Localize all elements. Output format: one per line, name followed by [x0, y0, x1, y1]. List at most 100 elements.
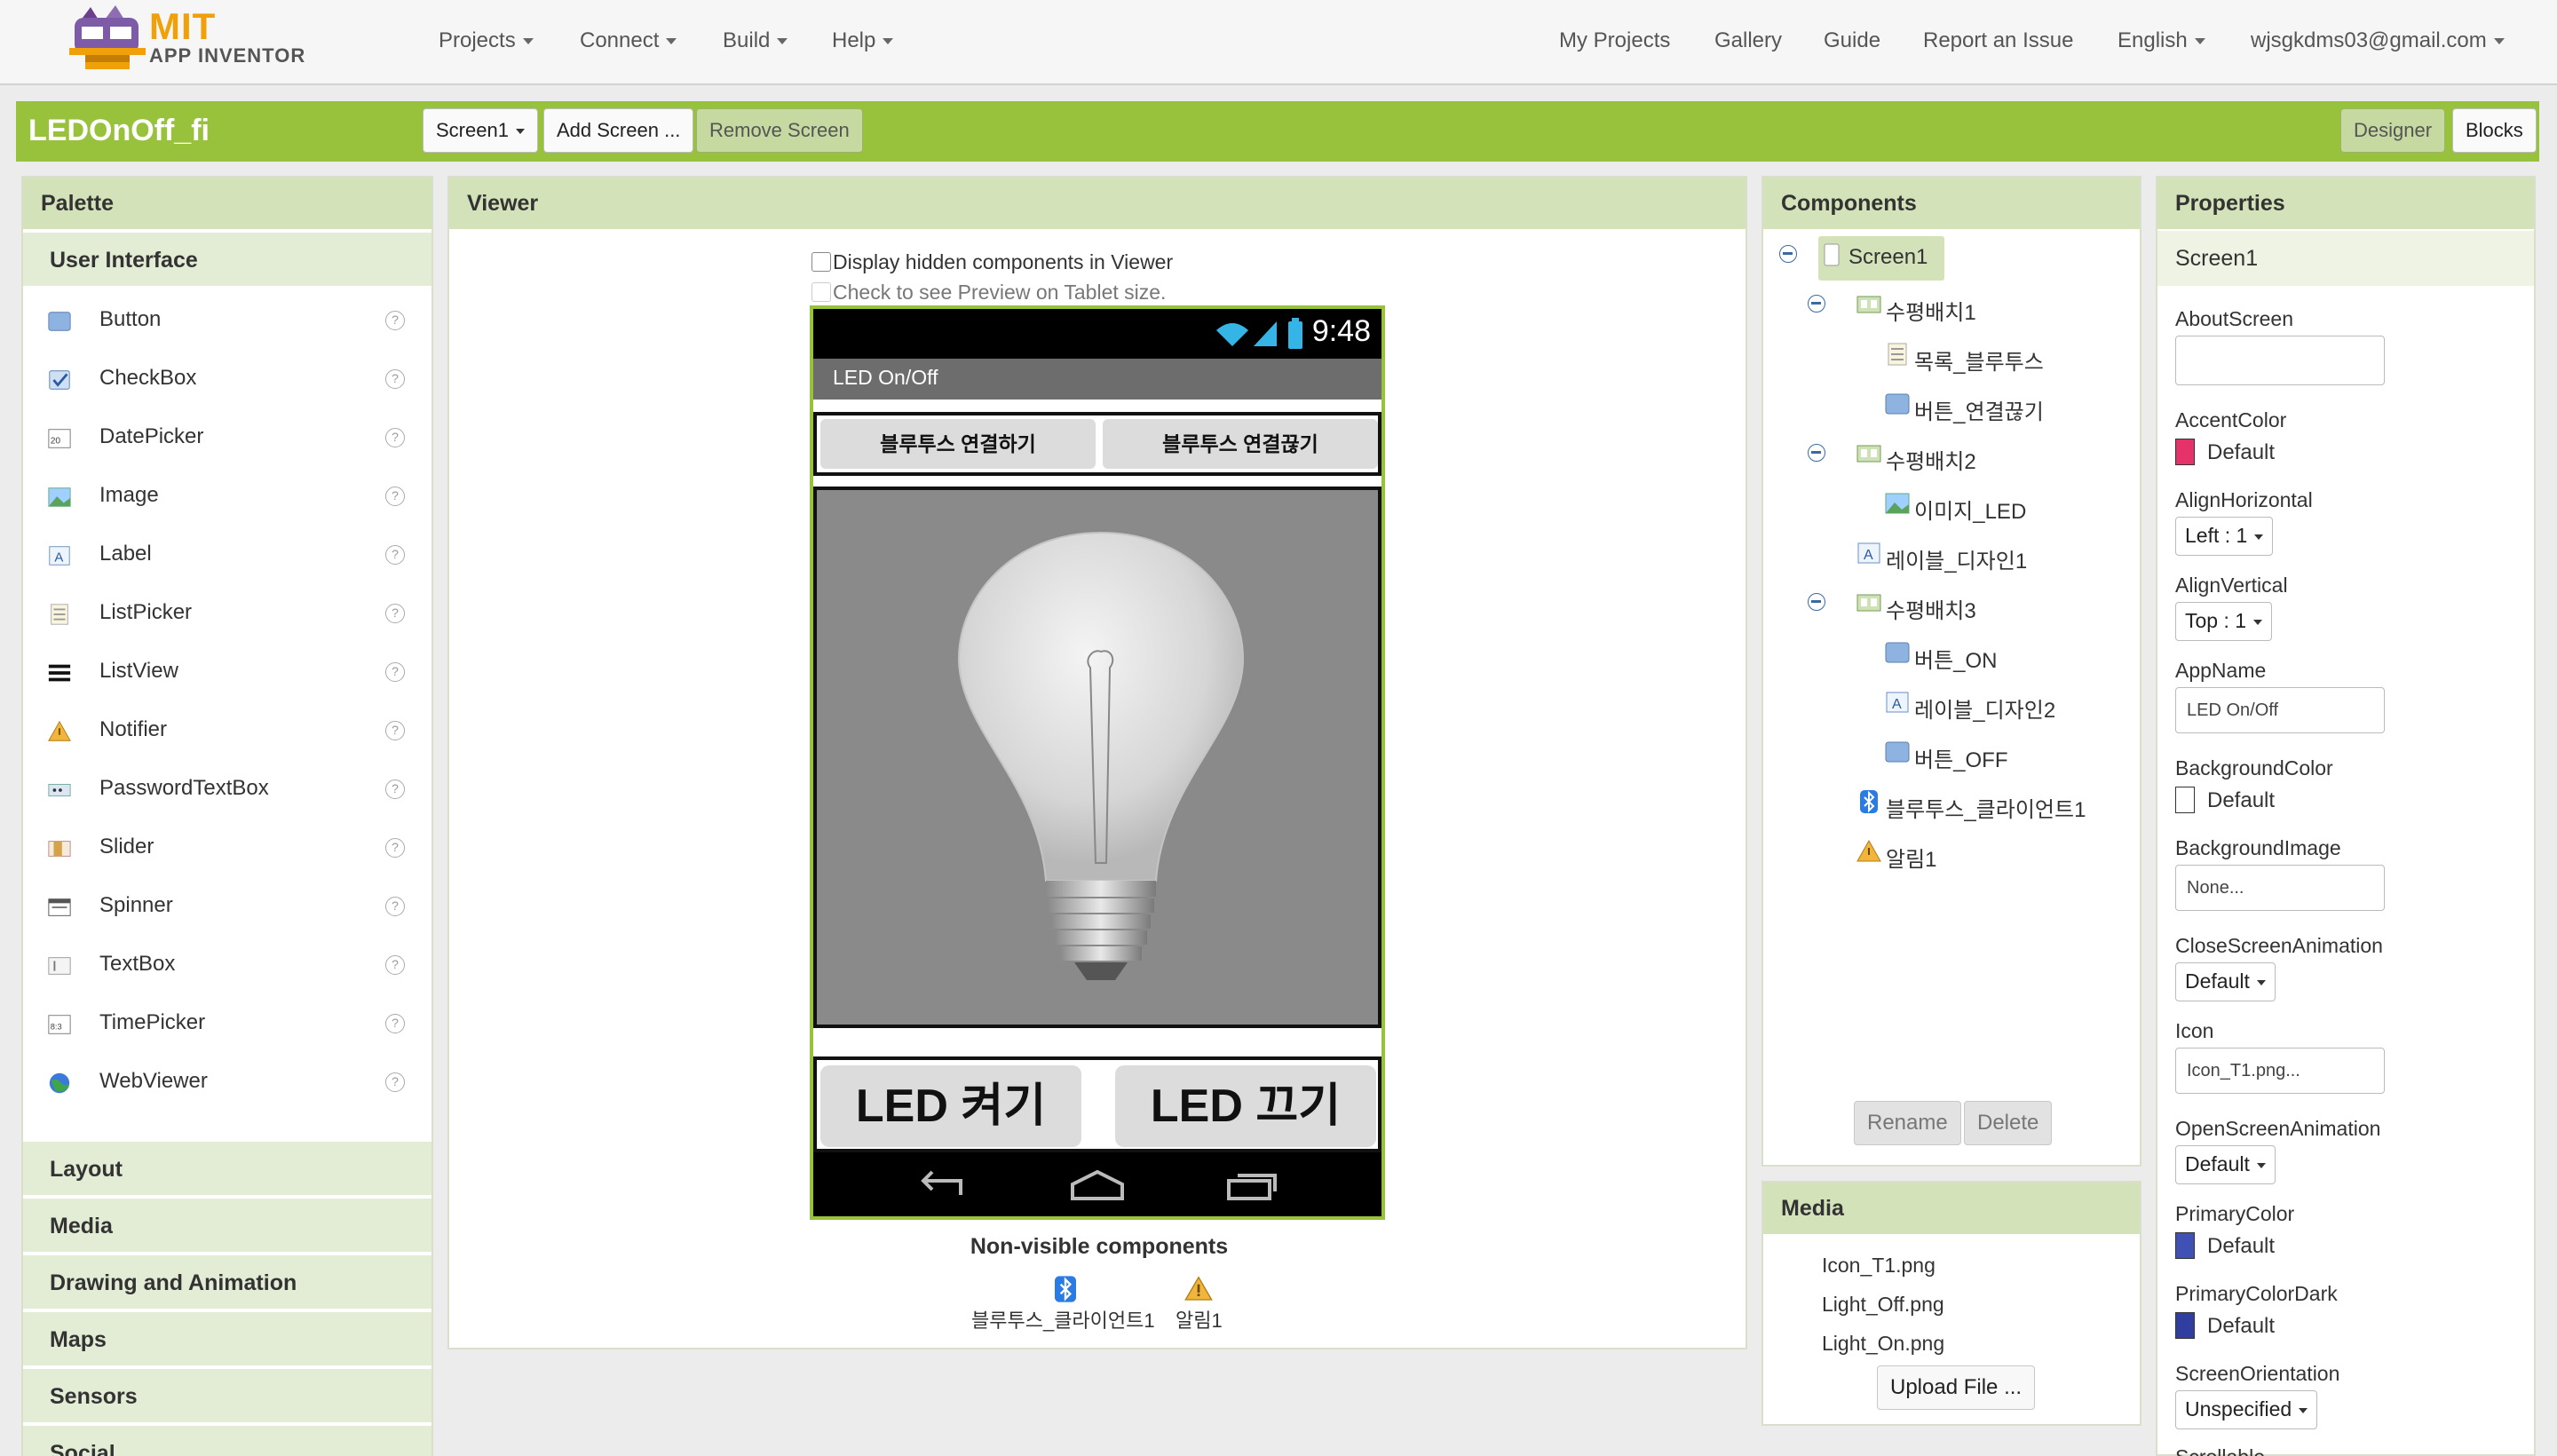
help-icon[interactable]: ? — [385, 369, 405, 389]
category-sensors[interactable]: Sensors — [23, 1367, 431, 1422]
background-image-picker[interactable]: None... — [2175, 865, 2385, 911]
remove-screen-button[interactable]: Remove Screen — [696, 108, 863, 153]
collapse-toggle-icon[interactable] — [1808, 593, 1825, 611]
primary-color-dark-value[interactable]: Default — [2207, 1314, 2275, 1339]
account-menu[interactable]: wjsgkdms03@gmail.com — [2251, 28, 2505, 53]
recent-apps-icon[interactable] — [1225, 1168, 1278, 1204]
screen-select-dropdown[interactable]: Screen1 — [423, 108, 538, 153]
background-color-value[interactable]: Default — [2207, 788, 2275, 813]
account-label: wjsgkdms03@gmail.com — [2251, 28, 2487, 52]
help-icon[interactable]: ? — [385, 311, 405, 330]
language-menu[interactable]: English — [2118, 28, 2205, 53]
prop-align-horizontal-label: AlignHorizontal — [2175, 488, 2313, 511]
palette-item-datepicker[interactable]: 20 DatePicker? — [23, 408, 431, 467]
primary-color-swatch[interactable] — [2175, 1232, 2195, 1259]
led-off-button[interactable]: LED 끄기 — [1115, 1065, 1376, 1147]
open-animation-dropdown[interactable]: Default — [2175, 1145, 2276, 1184]
help-icon[interactable]: ? — [385, 955, 405, 975]
palette-item-textbox[interactable]: TextBox? — [23, 936, 431, 994]
palette-item-passwordtextbox[interactable]: PasswordTextBox? — [23, 760, 431, 819]
bt-disconnect-button[interactable]: 블루투스 연결끊기 — [1103, 419, 1378, 469]
collapse-toggle-icon[interactable] — [1779, 245, 1797, 263]
media-file[interactable]: Light_Off.png — [1822, 1293, 1944, 1317]
help-icon[interactable]: ? — [385, 487, 405, 506]
media-file[interactable]: Light_On.png — [1822, 1332, 1944, 1356]
align-horizontal-dropdown[interactable]: Left : 1 — [2175, 517, 2274, 556]
prop-accent-color-label: AccentColor — [2175, 408, 2287, 431]
accent-color-value[interactable]: Default — [2207, 440, 2275, 465]
guide-link[interactable]: Guide — [1824, 28, 1880, 53]
palette-item-label[interactable]: A Label? — [23, 526, 431, 584]
palette-item-checkbox[interactable]: CheckBox? — [23, 350, 431, 408]
help-icon[interactable]: ? — [385, 1014, 405, 1033]
menu-help[interactable]: Help — [832, 28, 894, 53]
components-panel: Components Screen1 수평배치1 목록_블루투스 버튼_연결끊기 수평배… — [1761, 176, 2141, 1167]
help-icon[interactable]: ? — [385, 1072, 405, 1092]
menu-projects[interactable]: Projects — [439, 28, 534, 53]
blocks-button[interactable]: Blocks — [2452, 108, 2537, 153]
media-file[interactable]: Icon_T1.png — [1822, 1254, 1936, 1278]
app-name-input[interactable]: LED On/Off — [2175, 687, 2385, 733]
about-screen-textarea[interactable] — [2175, 336, 2385, 385]
component-node[interactable]: Screen1 — [1818, 236, 1944, 281]
prop-primary-color-label: PrimaryColor — [2175, 1202, 2295, 1225]
accent-color-swatch[interactable] — [2175, 439, 2195, 465]
category-drawing-and-animation[interactable]: Drawing and Animation — [23, 1254, 431, 1309]
listpicker-icon — [1888, 343, 1907, 366]
align-vertical-dropdown[interactable]: Top : 1 — [2175, 602, 2273, 641]
light-bulb-image[interactable] — [941, 526, 1261, 996]
category-maps[interactable]: Maps — [23, 1310, 431, 1365]
tablet-preview-label: Check to see Preview on Tablet size. — [833, 281, 1167, 304]
screen-orientation-dropdown[interactable]: Unspecified — [2175, 1390, 2318, 1429]
category-user-interface[interactable]: User Interface — [23, 231, 431, 286]
designer-button[interactable]: Designer — [2340, 108, 2446, 153]
led-on-button[interactable]: LED 켜기 — [820, 1065, 1081, 1147]
help-icon[interactable]: ? — [385, 779, 405, 799]
app-inventor-logo-icon[interactable] — [64, 4, 153, 71]
palette-item-timepicker[interactable]: 8:3 TimePicker? — [23, 994, 431, 1053]
warning-icon[interactable] — [1184, 1275, 1213, 1303]
gallery-link[interactable]: Gallery — [1714, 28, 1782, 53]
delete-button[interactable]: Delete — [1964, 1101, 2053, 1145]
help-icon[interactable]: ? — [385, 662, 405, 682]
category-media[interactable]: Media — [23, 1197, 431, 1252]
close-animation-dropdown[interactable]: Default — [2175, 962, 2276, 1001]
align-horizontal-value: Left : 1 — [2185, 524, 2248, 547]
upload-file-button[interactable]: Upload File ... — [1877, 1365, 2036, 1410]
primary-color-value[interactable]: Default — [2207, 1234, 2275, 1259]
help-icon[interactable]: ? — [385, 428, 405, 447]
palette-item-slider[interactable]: Slider? — [23, 819, 431, 877]
report-issue-link[interactable]: Report an Issue — [1923, 28, 2073, 53]
background-color-swatch[interactable] — [2175, 787, 2195, 813]
help-icon[interactable]: ? — [385, 604, 405, 623]
help-icon[interactable]: ? — [385, 721, 405, 740]
my-projects-link[interactable]: My Projects — [1559, 28, 1670, 53]
help-icon[interactable]: ? — [385, 897, 405, 916]
icon-picker[interactable]: Icon_T1.png... — [2175, 1048, 2385, 1094]
palette-item-listpicker[interactable]: ListPicker? — [23, 584, 431, 643]
palette-item-listview[interactable]: ListView? — [23, 643, 431, 701]
home-icon[interactable] — [1069, 1168, 1126, 1204]
tablet-preview-checkbox[interactable] — [811, 282, 831, 302]
add-screen-button[interactable]: Add Screen ... — [543, 108, 694, 153]
help-icon[interactable]: ? — [385, 545, 405, 565]
button-icon — [1885, 741, 1910, 763]
bluetooth-icon[interactable] — [1051, 1275, 1080, 1303]
category-social[interactable]: Social — [23, 1424, 431, 1456]
palette-item-spinner[interactable]: Spinner? — [23, 877, 431, 936]
help-icon[interactable]: ? — [385, 838, 405, 858]
palette-item-button[interactable]: Button? — [23, 291, 431, 350]
palette-item-notifier[interactable]: Notifier? — [23, 701, 431, 760]
collapse-toggle-icon[interactable] — [1808, 295, 1825, 313]
palette-item-webviewer[interactable]: WebViewer? — [23, 1053, 431, 1112]
back-icon[interactable] — [916, 1168, 970, 1204]
display-hidden-checkbox[interactable] — [811, 252, 831, 272]
menu-connect[interactable]: Connect — [580, 28, 677, 53]
collapse-toggle-icon[interactable] — [1808, 444, 1825, 462]
menu-build[interactable]: Build — [723, 28, 788, 53]
bt-connect-button[interactable]: 블루투스 연결하기 — [820, 419, 1096, 469]
category-layout[interactable]: Layout — [23, 1140, 431, 1195]
palette-item-image[interactable]: Image? — [23, 467, 431, 526]
primary-color-dark-swatch[interactable] — [2175, 1312, 2195, 1339]
rename-button[interactable]: Rename — [1854, 1101, 1961, 1145]
